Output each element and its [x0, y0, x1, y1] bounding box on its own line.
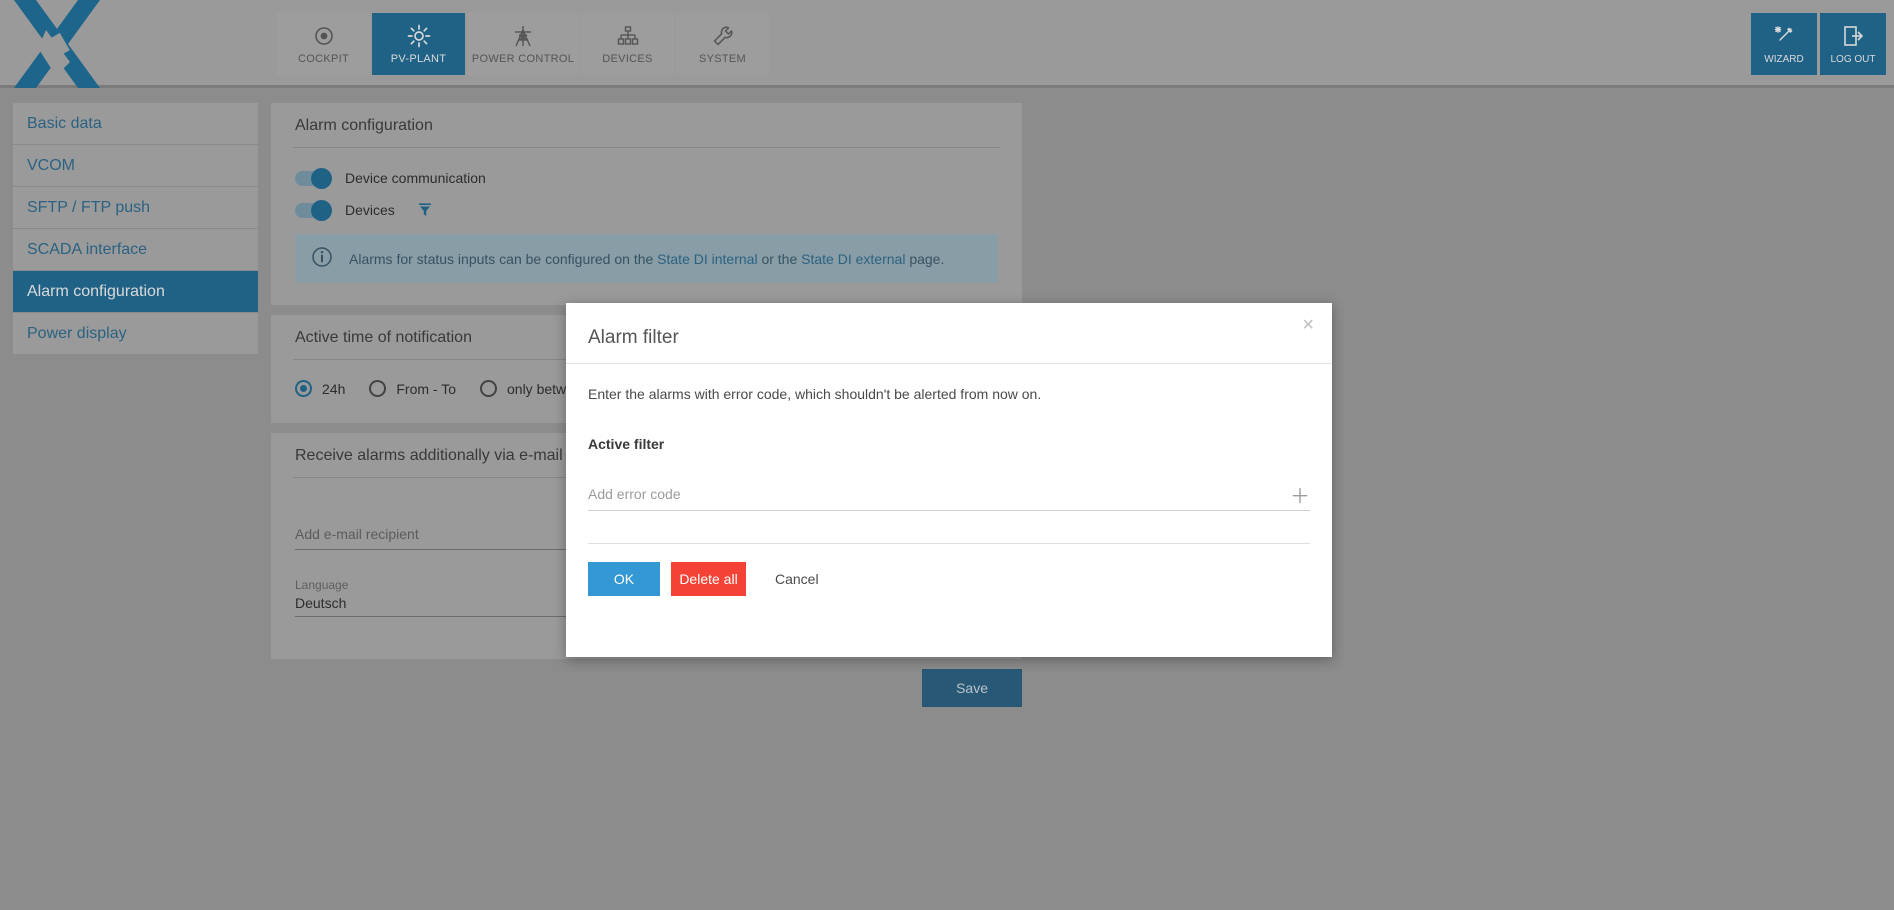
ok-button[interactable]: OK: [588, 562, 660, 596]
delete-all-button[interactable]: Delete all: [671, 562, 746, 596]
cancel-button[interactable]: Cancel: [757, 562, 819, 596]
active-filter-heading: Active filter: [588, 436, 665, 452]
close-icon[interactable]: ×: [1302, 315, 1314, 335]
error-code-placeholder: Add error code: [588, 486, 681, 502]
add-icon[interactable]: ＋: [1290, 487, 1310, 507]
dialog-title: Alarm filter: [566, 303, 1332, 364]
dialog-actions: OK Delete all Cancel: [588, 544, 1310, 596]
dialog-description: Enter the alarms with error code, which …: [588, 386, 1042, 402]
alarm-filter-dialog: × Alarm filter Enter the alarms with err…: [566, 303, 1332, 657]
error-code-input[interactable]: Add error code ＋: [588, 486, 1310, 511]
